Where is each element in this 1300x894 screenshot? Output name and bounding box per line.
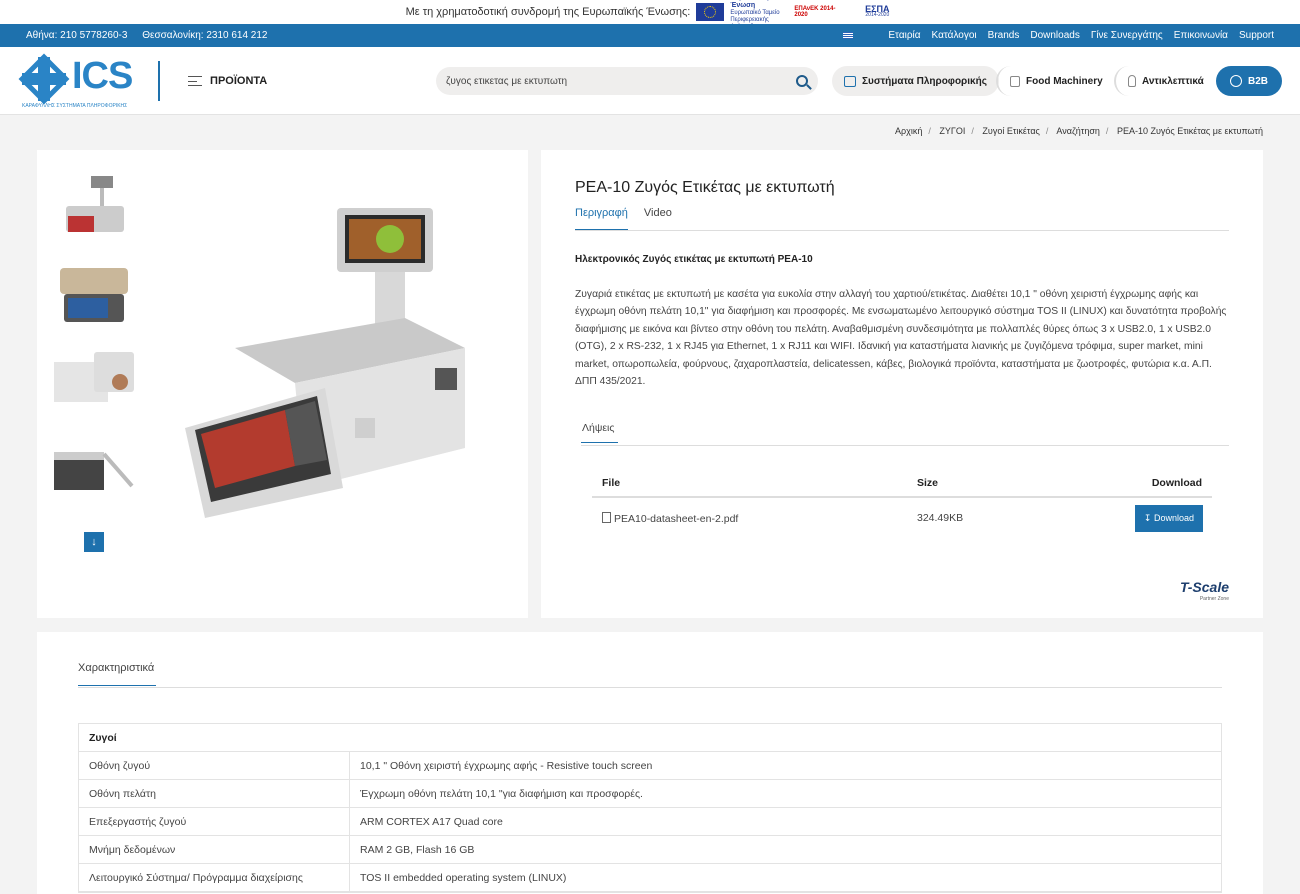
tab-video[interactable]: Video [644, 207, 672, 230]
table-row: Οθόνη πελάτη Έγχρωμη οθόνη πελάτη 10,1 "γ… [79, 780, 1221, 808]
spec-value: ARM CORTEX A17 Quad core [360, 815, 503, 828]
thumbnail-2[interactable] [54, 260, 134, 332]
breadcrumb-current: PEA-10 Ζυγός Ετικέτας με εκτυπωτή [1116, 126, 1263, 136]
monitor-icon [844, 75, 856, 87]
product-title: PEA-10 Ζυγός Ετικέτας με εκτυπωτή [575, 179, 835, 196]
breadcrumb-label-scales[interactable]: Ζυγοί Ετικέτας [982, 126, 1039, 136]
col-file: File [602, 477, 621, 489]
funding-caption: Με τη χρηματοδοτική συνδρομή της Ευρωπαϊ… [405, 6, 691, 18]
nav-support[interactable]: Support [1239, 30, 1274, 41]
product-tabs: Περιγραφή Video [575, 207, 1229, 231]
spec-value: TOS II embedded operating system (LINUX) [360, 871, 567, 884]
product-info: PEA-10 Ζυγός Ετικέτας με εκτυπωτή Περιγρ… [541, 150, 1263, 618]
downloads-table: File Size Download PEA10-datasheet-en-2.… [592, 470, 1212, 538]
espa-logo: ΕΣΠΑ 2014-2020 [865, 4, 890, 19]
table-row: Οθόνη ζυγού 10,1 " Οθόνη χειριστή έγχρωμη… [79, 752, 1221, 780]
spec-value: RAM 2 GB, Flash 16 GB [360, 843, 475, 856]
main-header: ICS ΚΑΡΑΦΥΛΛΗΣ ΣΥΣΤΗΜΑΤΑ ΠΛΗΡΟΦΟΡΙΚΗΣ ΠΡ… [0, 47, 1300, 115]
tab-downloads[interactable]: Λήψεις [581, 422, 619, 443]
size-cell: 324.49KB [917, 512, 964, 524]
file-cell: PEA10-datasheet-en-2.pdf [602, 511, 917, 525]
epanek-logo: ΕΠΑνΕΚ 2014-2020 [794, 6, 836, 18]
hamburger-icon [188, 76, 202, 86]
table-row: Επεξεργαστής ζυγού ARM CORTEX A17 Quad co… [79, 808, 1221, 836]
search-icon[interactable] [796, 75, 808, 87]
features-section: Χαρακτηριστικά Ζυγοί Οθόνη ζυγού 10,1 " Ο… [37, 632, 1263, 894]
spec-value: Έγχρωμη οθόνη πελάτη 10,1 "για διαφήμιση… [360, 787, 643, 800]
funding-strip: Με τη χρηματοδοτική συνδρομή της Ευρωπαϊ… [0, 0, 1300, 30]
col-size: Size [917, 477, 939, 489]
download-cell: ↧ Download [1077, 504, 1203, 532]
spec-table: Ζυγοί Οθόνη ζυγού 10,1 " Οθόνη χειριστή έ… [78, 723, 1222, 893]
header-divider [158, 61, 160, 101]
eu-flag-logo [696, 3, 725, 21]
nav-contact[interactable]: Επικοινωνία [1174, 30, 1228, 41]
nav-downloads[interactable]: Downloads [1030, 30, 1079, 41]
tab-features[interactable]: Χαρακτηριστικά [78, 662, 157, 686]
top-bar: Αθήνα: 210 5778260-3 Θεσσαλονίκη: 2310 6… [0, 24, 1300, 47]
downloads-table-header: File Size Download [592, 470, 1212, 498]
thumbnail-list: ↓ [54, 172, 134, 552]
thumbnail-4[interactable] [54, 436, 134, 508]
product-gallery: ↓ [37, 150, 528, 618]
food-machinery-button[interactable]: Food Machinery [996, 66, 1115, 96]
product-description: Ζυγαριά ετικέτας με εκτυπωτή με κασέτα γ… [575, 289, 1227, 388]
table-row: Μνήμη δεδομένων RAM 2 GB, Flash 16 GB [79, 836, 1221, 864]
thumbnail-scroll-down-icon[interactable]: ↓ [84, 532, 104, 552]
tab-description[interactable]: Περιγραφή [575, 207, 628, 230]
breadcrumb-search[interactable]: Αναζήτηση [1056, 126, 1099, 136]
it-systems-button[interactable]: Συστήματα Πληροφορικής [832, 66, 999, 96]
phones: Αθήνα: 210 5778260-3 Θεσσαλονίκη: 2310 6… [26, 30, 280, 41]
downloads-tabs: Λήψεις [581, 422, 1229, 446]
breadcrumb-home[interactable]: Αρχική [895, 126, 922, 136]
ics-logo[interactable]: ICS ΚΑΡΑΦΥΛΛΗΣ ΣΥΣΤΗΜΑΤΑ ΠΛΗΡΟΦΟΡΙΚΗΣ [18, 53, 133, 109]
spec-key: Οθόνη ζυγού [79, 752, 350, 779]
col-download: Download [1151, 477, 1202, 489]
spec-key: Λειτουργικό Σύστημα/ Πρόγραμμα διαχείρισ… [79, 864, 350, 891]
thumbnail-1[interactable] [54, 172, 134, 244]
bottle-icon [1128, 75, 1136, 87]
features-tabs: Χαρακτηριστικά [78, 662, 1222, 688]
spec-key: Επεξεργαστής ζυγού [79, 808, 350, 835]
phone-thessaloniki[interactable]: Θεσσαλονίκη: 2310 614 212 [142, 30, 267, 41]
spec-key: Μνήμη δεδομένων [79, 836, 350, 863]
top-nav: Εταιρία Κατάλογοι Brands Downloads Γίνε … [843, 30, 1274, 41]
search-input[interactable] [446, 75, 796, 87]
language-flag-icon[interactable] [843, 32, 854, 39]
anti-theft-button[interactable]: Αντικλεπτικά [1114, 66, 1216, 96]
nav-catalogues[interactable]: Κατάλογοι [932, 30, 977, 41]
products-menu-button[interactable]: ΠΡΟΪΟΝΤΑ [188, 75, 267, 87]
spec-value: 10,1 " Οθόνη χειριστή έγχρωμης αφής - Re… [360, 759, 653, 772]
table-row: Λειτουργικό Σύστημα/ Πρόγραμμα διαχείρισ… [79, 864, 1221, 892]
breadcrumb-scales[interactable]: ΖΥΓΟΙ [939, 126, 965, 136]
table-row: PEA10-datasheet-en-2.pdf 324.49KB ↧ Down… [592, 498, 1212, 538]
login-arrow-icon [1230, 75, 1242, 87]
nav-brands[interactable]: Brands [988, 30, 1020, 41]
phone-athens[interactable]: Αθήνα: 210 5778260-3 [26, 30, 127, 41]
search-bar [436, 67, 818, 95]
download-button[interactable]: ↧ Download [1134, 504, 1203, 532]
breadcrumb: Αρχική / ΖΥΓΟΙ / Ζυγοί Ετικέτας / Αναζήτηση… [895, 126, 1263, 136]
receipt-icon [1010, 75, 1020, 87]
nav-partner[interactable]: Γίνε Συνεργάτης [1091, 30, 1163, 41]
spec-key: Οθόνη πελάτη [79, 780, 350, 807]
file-icon [602, 511, 611, 523]
product-subtitle: Ηλεκτρονικός Ζυγός ετικέτας με εκτυπωτή … [575, 254, 813, 265]
thumbnail-3[interactable] [54, 348, 134, 420]
tscale-partner-logo[interactable]: T-Scale Partner Zone [1180, 580, 1229, 605]
product-main-image[interactable] [165, 198, 485, 518]
nav-company[interactable]: Εταιρία [888, 30, 920, 41]
b2b-button[interactable]: B2B [1216, 66, 1283, 96]
ics-flower-icon [18, 53, 70, 105]
spec-group-title: Ζυγοί [79, 724, 1221, 752]
